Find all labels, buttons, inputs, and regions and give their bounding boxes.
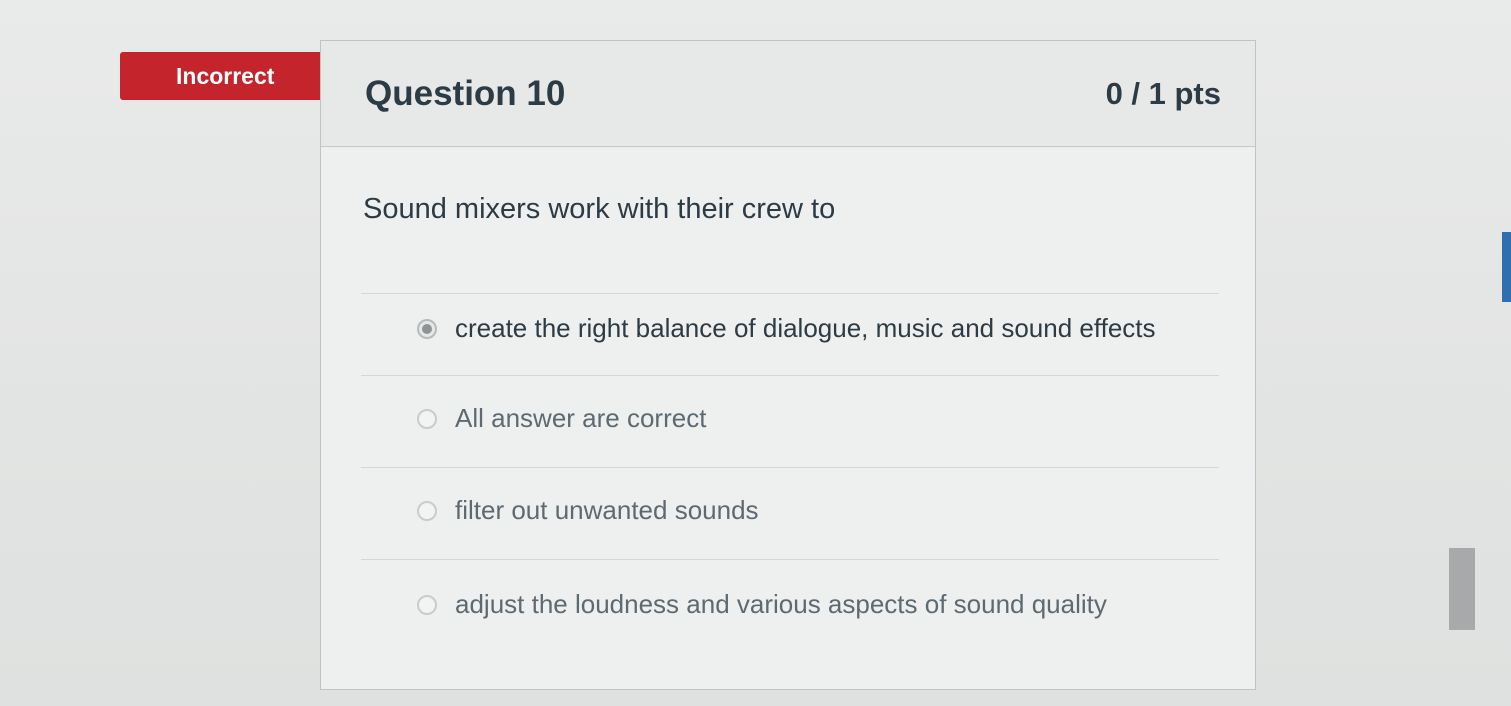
answer-divider [361,559,1219,560]
answer-divider [361,375,1219,376]
question-points: 0 / 1 pts [1105,75,1221,111]
answer-label: adjust the loudness and various aspects … [455,589,1107,619]
radio-selected-icon[interactable] [417,318,437,339]
answer-label: create the right balance of dialogue, mu… [455,313,1156,343]
answer-label: All answer are correct [455,403,707,433]
answer-option-2[interactable]: All answer are correct [417,403,706,434]
incorrect-badge-label: Incorrect [120,52,330,100]
answer-divider [361,467,1219,468]
answer-label: filter out unwanted sounds [455,495,759,525]
side-accent-bar [1502,232,1511,302]
scrollbar-thumb[interactable] [1449,548,1475,630]
question-divider [361,293,1219,294]
answer-option-4[interactable]: adjust the loudness and various aspects … [417,589,1107,620]
answer-option-3[interactable]: filter out unwanted sounds [417,495,759,526]
page: Incorrect Question 10 0 / 1 pts Sound mi… [0,0,1511,706]
question-card: Question 10 0 / 1 pts Sound mixers work … [320,40,1256,690]
answer-option-1[interactable]: create the right balance of dialogue, mu… [417,313,1156,344]
question-text: Sound mixers work with their crew to [363,193,836,225]
radio-icon[interactable] [417,594,437,615]
radio-icon[interactable] [417,500,437,521]
radio-icon[interactable] [417,408,437,429]
question-header: Question 10 0 / 1 pts [321,41,1255,147]
question-title: Question 10 [365,73,566,113]
